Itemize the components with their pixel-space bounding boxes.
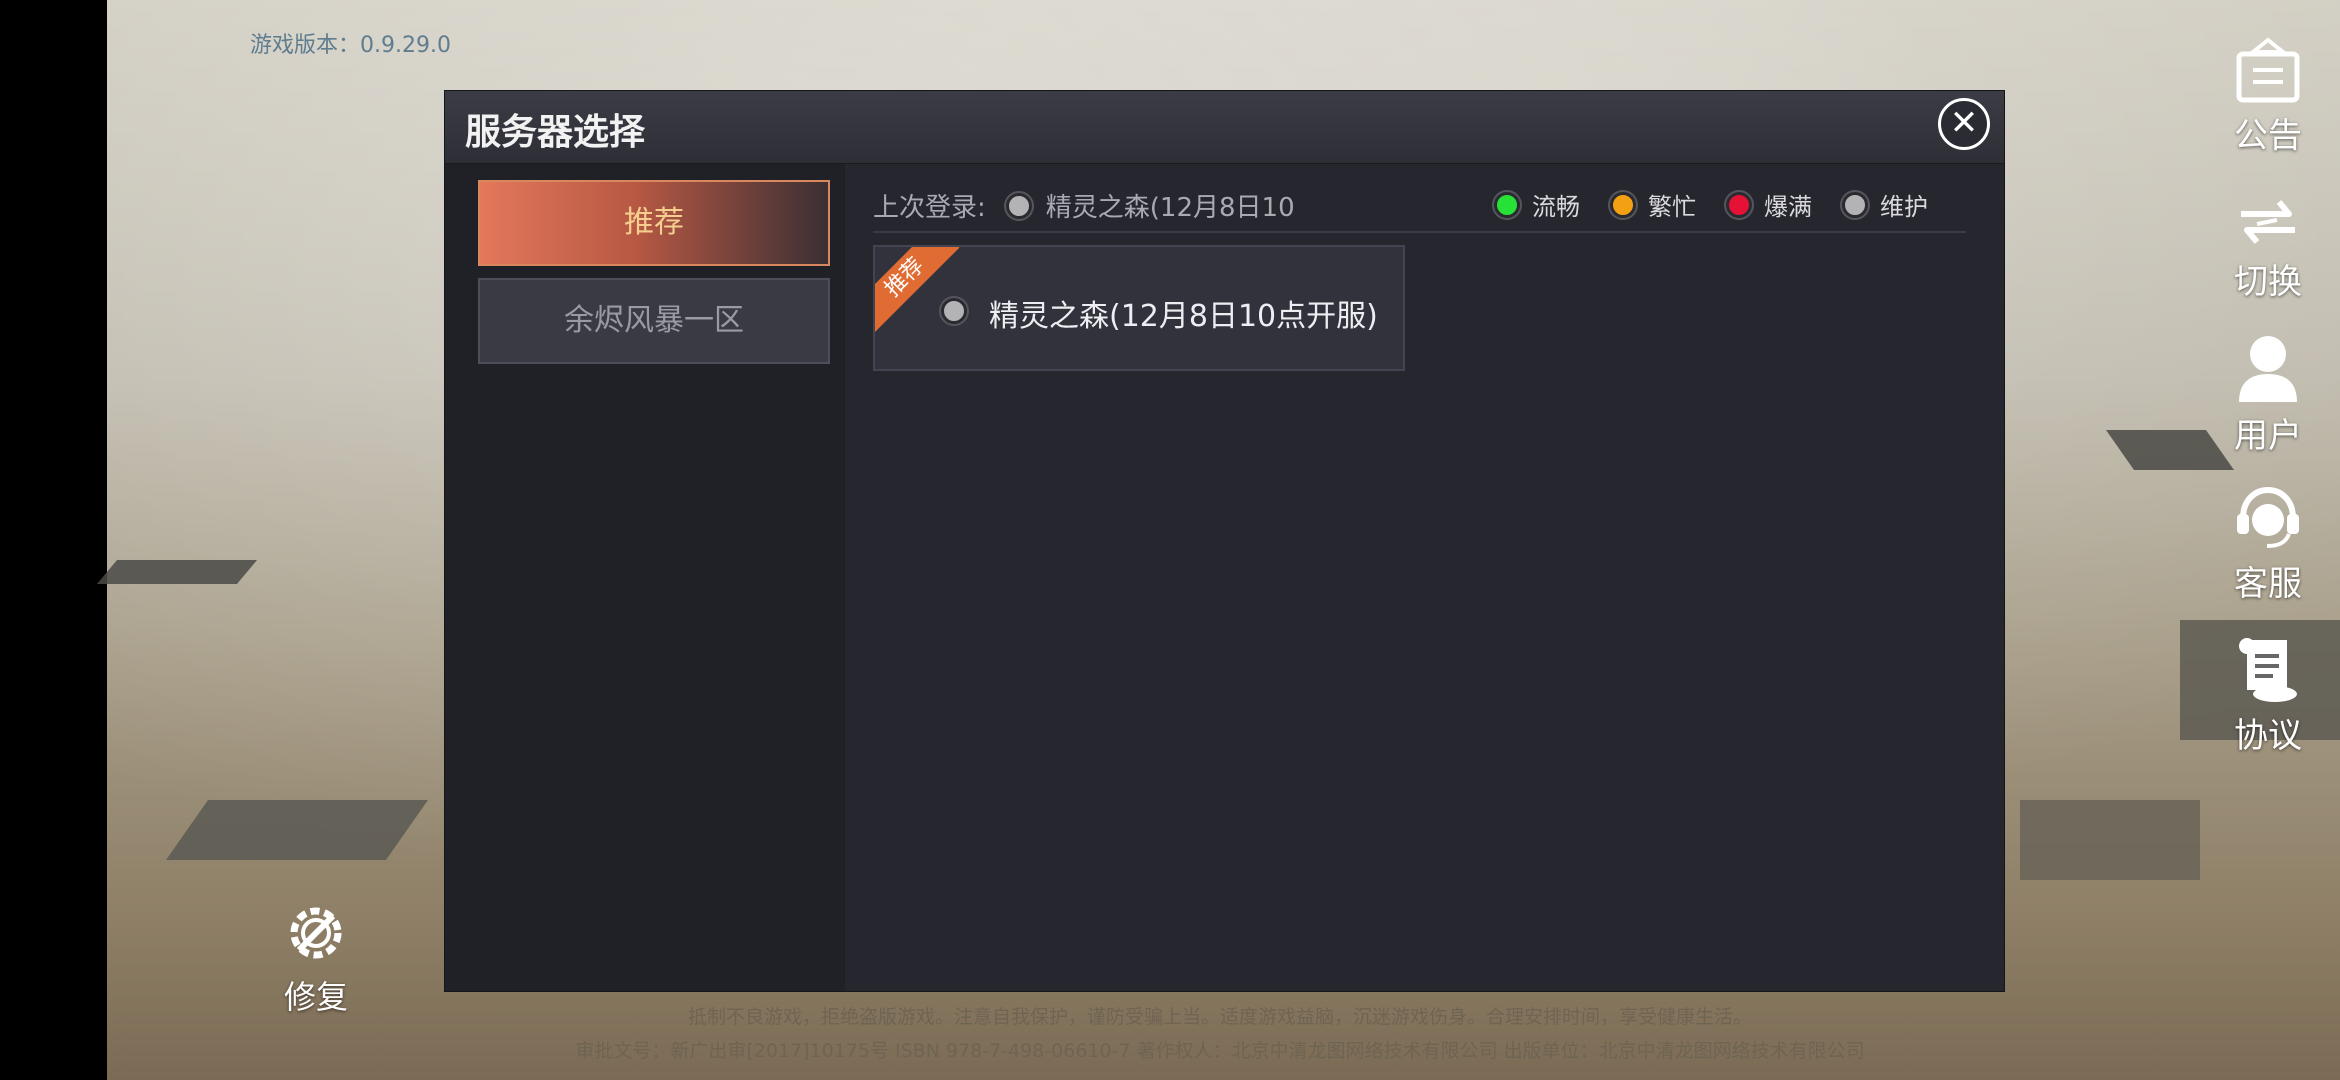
customer-service-button[interactable]: 客服 (2208, 484, 2328, 605)
legend-full: 爆满 (1726, 187, 1812, 222)
close-button[interactable]: ✕ (1938, 98, 1990, 150)
divider (873, 231, 1966, 233)
legend-label: 爆满 (1764, 193, 1812, 221)
repair-gear-icon (290, 907, 342, 959)
server-card[interactable]: 推荐 精灵之森(12月8日10点开服) (873, 245, 1405, 371)
agreement-button[interactable]: 协议 (2208, 636, 2328, 757)
legend-busy: 繁忙 (1610, 187, 1696, 222)
tab-ember-storm-zone-1[interactable]: 余烬风暴一区 (478, 278, 830, 364)
side-button-label: 切换 (2234, 262, 2302, 302)
repair-button[interactable]: 修复 (256, 900, 376, 1018)
announcement-icon (2236, 37, 2300, 103)
tab-recommended[interactable]: 推荐 (478, 180, 830, 266)
background-rock (165, 800, 429, 860)
background-rock (2020, 800, 2200, 880)
footer-line: 抵制不良游戏，拒绝盗版游戏。注意自我保护，谨防受骗上当。适度游戏益脑，沉迷游戏伤… (687, 1006, 1752, 1028)
status-dot-orange (1610, 191, 1636, 218)
legend-smooth: 流畅 (1494, 187, 1580, 222)
last-login-row[interactable]: 上次登录: 精灵之森(12月8日10 (873, 187, 1295, 224)
server-status-dot (941, 298, 967, 324)
server-name: 精灵之森(12月8日10点开服) (989, 299, 1378, 334)
status-dot-gray (1842, 191, 1868, 218)
legend-label: 繁忙 (1648, 193, 1696, 221)
switch-button[interactable]: 切换 (2208, 194, 2328, 303)
repair-label: 修复 (283, 978, 348, 1016)
legend-label: 维护 (1880, 193, 1928, 221)
legend-label: 流畅 (1532, 193, 1580, 221)
status-dot-green (1494, 191, 1520, 218)
game-version: 游戏版本：0.9.29.0 (250, 33, 451, 58)
footer-line: 审批文号：新广出审[2017]10175号 ISBN 978-7-498-066… (575, 1040, 1865, 1062)
agreement-scroll-icon (2239, 638, 2297, 702)
user-button[interactable]: 用户 (2208, 332, 2328, 457)
last-login-label: 上次登录: (873, 193, 986, 223)
dialog-title: 服务器选择 (465, 112, 646, 153)
switch-icon (2231, 194, 2305, 244)
dialog-header: 服务器选择 ✕ (445, 91, 2004, 164)
background-rock (96, 560, 258, 584)
announcement-button[interactable]: 公告 (2208, 36, 2328, 157)
server-status-dot (1005, 192, 1032, 219)
side-button-label: 协议 (2234, 716, 2302, 756)
user-icon (2239, 336, 2297, 402)
status-dot-red (1726, 191, 1752, 218)
status-legend: 流畅 繁忙 爆满 维护 (1464, 187, 1928, 222)
customer-service-icon (2237, 486, 2299, 548)
legend-maintenance: 维护 (1842, 187, 1928, 222)
side-button-label: 公告 (2234, 116, 2302, 156)
side-button-label: 客服 (2234, 564, 2302, 604)
side-button-label: 用户 (2234, 416, 2302, 456)
server-select-dialog: 服务器选择 ✕ 推荐 余烬风暴一区 上次登录: 精灵之森(12月8日10 流畅 … (444, 90, 2005, 992)
close-icon: ✕ (1949, 103, 1979, 143)
last-login-server: 精灵之森(12月8日10 (1045, 193, 1295, 223)
